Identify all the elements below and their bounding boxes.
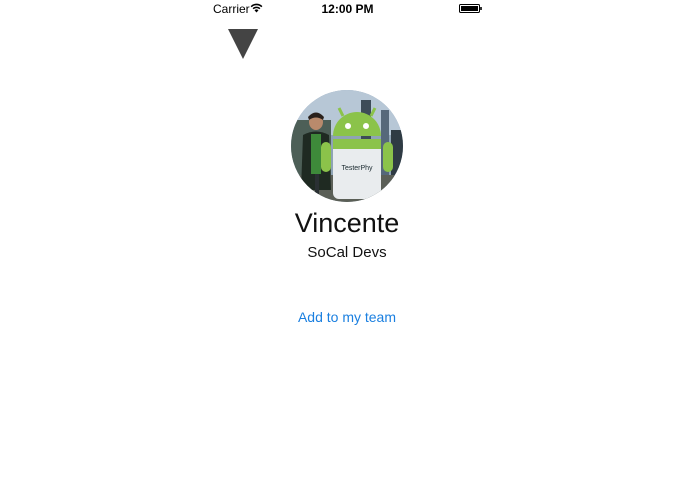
dismiss-button[interactable] — [227, 28, 259, 60]
triangle-down-icon — [228, 29, 258, 59]
carrier-label: Carrier — [213, 2, 250, 16]
avatar: TesterPhy — [291, 90, 403, 202]
add-to-team-button[interactable]: Add to my team — [197, 307, 497, 327]
status-bar: Carrier 12:00 PM — [0, 0, 695, 20]
wifi-icon — [250, 3, 263, 13]
clock: 12:00 PM — [321, 2, 374, 16]
profile-name: Vincente — [294, 208, 400, 238]
profile-team: SoCal Devs — [307, 244, 387, 261]
battery-icon — [459, 4, 482, 13]
avatar-logo-text: TesterPhy — [341, 165, 373, 172]
